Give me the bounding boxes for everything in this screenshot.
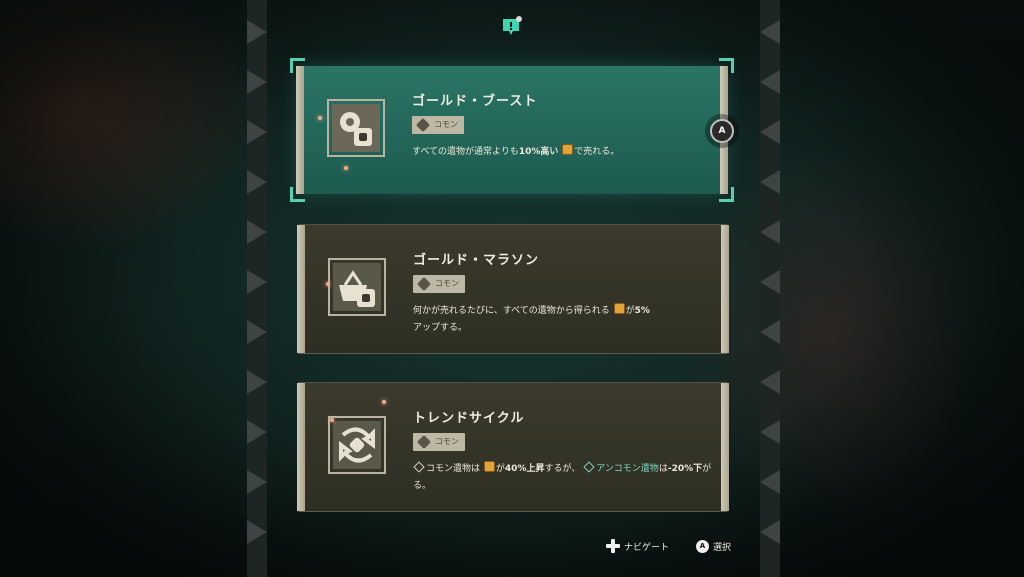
scroll-edge-right — [721, 225, 729, 353]
a-button-icon: A — [696, 539, 709, 553]
right-pillar — [760, 0, 780, 577]
perk-title: ゴールド・ブースト — [412, 94, 538, 109]
confirm-a-button[interactable]: A — [705, 114, 739, 148]
left-pillar — [247, 0, 267, 577]
basket-boost-icon — [325, 255, 389, 319]
common-rarity-icon — [413, 461, 425, 473]
perk-title: トレンドサイクル — [413, 411, 525, 426]
scroll-edge-left — [297, 225, 305, 353]
gold-coin-icon — [562, 144, 574, 155]
quest-marker-icon — [501, 16, 523, 38]
selection-corner — [290, 187, 305, 202]
sparkle — [344, 166, 348, 170]
sparkle — [318, 116, 322, 120]
scroll-edge-left — [296, 66, 304, 194]
rarity-badge: コモン — [412, 116, 464, 134]
rarity-gem-icon — [416, 276, 432, 292]
gold-coin-icon — [483, 461, 495, 472]
selection-corner — [719, 58, 734, 73]
sparkle — [382, 400, 386, 404]
perk-title: ゴールド・マラソン — [413, 253, 540, 268]
rarity-badge: コモン — [413, 275, 465, 293]
scroll-edge-left — [297, 383, 305, 511]
perk-description: すべての遺物が通常よりも10%高い で売れる。 — [412, 144, 712, 161]
perk-card-trend-cycle[interactable]: トレンドサイクル コモン コモン遺物は が40%上昇するが、 アンコモン遺物は-… — [297, 382, 729, 512]
selection-corner — [290, 58, 305, 73]
perk-card-gold-marathon[interactable]: ゴールド・マラソン コモン 何かが売れるたびに、すべての遺物から得られる が5%… — [297, 224, 729, 354]
rarity-gem-icon — [415, 117, 431, 133]
select-hint[interactable]: A 選択 — [696, 538, 731, 554]
selection-corner — [719, 187, 734, 202]
gold-coin-icon — [613, 303, 625, 314]
cycle-arrows-icon — [325, 413, 389, 477]
rarity-gem-icon — [416, 434, 432, 450]
sparkle — [326, 282, 330, 286]
perk-description: 何かが売れるたびに、すべての遺物から得られる が5% アップする。 — [413, 303, 713, 337]
uncommon-rarity-icon — [583, 461, 595, 473]
gold-pouch-boost-icon — [324, 96, 388, 160]
dpad-icon — [606, 539, 620, 553]
perk-card-gold-boost[interactable]: ゴールド・ブースト コモン すべての遺物が通常よりも10%高い で売れる。 — [290, 58, 734, 202]
rarity-badge: コモン — [413, 433, 465, 451]
sparkle — [330, 418, 334, 422]
scroll-edge-right — [721, 383, 729, 511]
navigate-hint: ナビゲート — [606, 538, 669, 554]
perk-description: コモン遺物は が40%上昇するが、 アンコモン遺物は-20%下がる。 — [413, 461, 713, 495]
